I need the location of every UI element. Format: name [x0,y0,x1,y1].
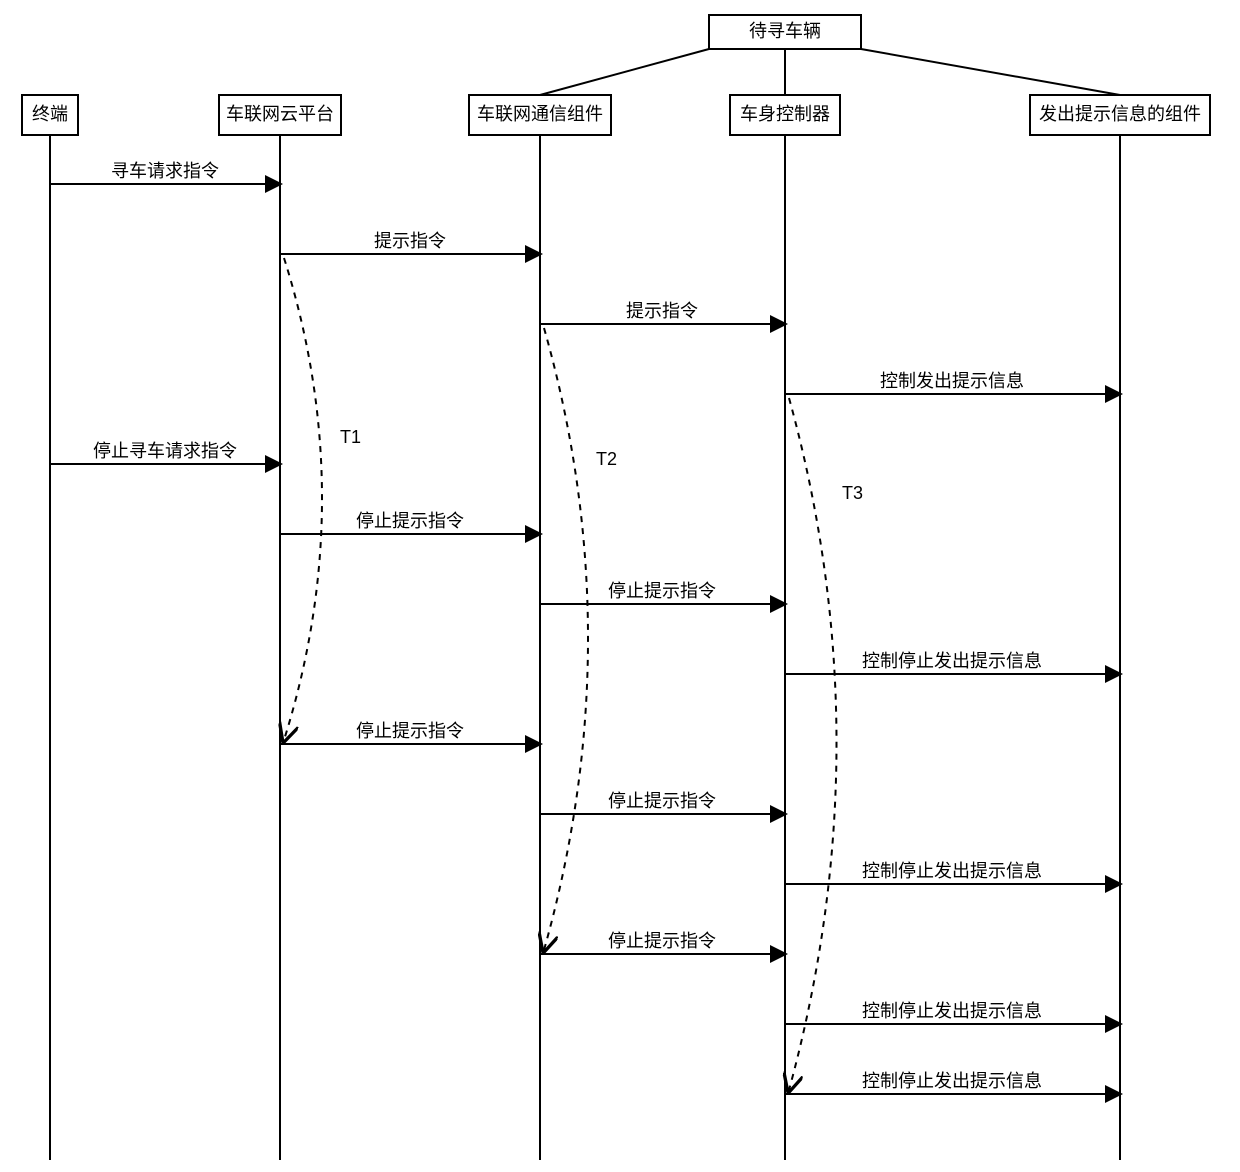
message-m3-label: 提示指令 [626,301,698,321]
timer-arc-t1 [284,258,322,740]
message-m13-label: 控制停止发出提示信息 [862,1001,1042,1021]
participant-bcu-label: 车身控制器 [740,104,830,124]
participant-comm-label: 车联网通信组件 [477,104,603,124]
message-m7-label: 停止提示指令 [608,581,716,601]
message-m11-label: 控制停止发出提示信息 [862,861,1042,881]
message-m8-label: 控制停止发出提示信息 [862,651,1042,671]
message-m10-label: 停止提示指令 [608,791,716,811]
timer-label-t1: T1 [340,427,361,447]
timer-label-t2: T2 [596,449,617,469]
participant-cloud-label: 车联网云平台 [226,104,334,124]
message-m12-label: 停止提示指令 [608,931,716,951]
participant-terminal-label: 终端 [32,104,68,124]
message-m2-label: 提示指令 [374,231,446,251]
group-connector [540,49,709,95]
timer-arc-t3 [789,398,837,1090]
timer-label-t3: T3 [842,483,863,503]
message-m14-label: 控制停止发出提示信息 [862,1071,1042,1091]
sequence-diagram: 待寻车辆 终端 车联网云平台 车联网通信组件 车身控制器 发出提示信息的组件 寻… [0,0,1240,1172]
participant-emitter-label: 发出提示信息的组件 [1039,104,1201,124]
timer-arc-t2 [544,328,588,950]
message-m1-label: 寻车请求指令 [111,161,219,181]
group-box-vehicle-label: 待寻车辆 [749,21,821,41]
group-connector [861,49,1120,95]
message-m4-label: 控制发出提示信息 [880,371,1024,391]
message-m6-label: 停止提示指令 [356,511,464,531]
message-m5-label: 停止寻车请求指令 [93,441,237,461]
message-m9-label: 停止提示指令 [356,721,464,741]
